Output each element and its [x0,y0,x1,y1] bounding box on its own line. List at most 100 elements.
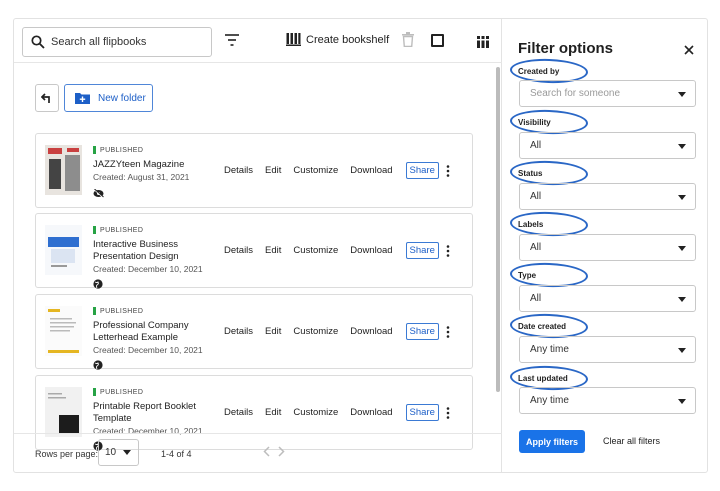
share-button[interactable]: Share [405,162,439,179]
close-icon[interactable] [684,42,694,60]
status-badge: PUBLISHED [93,146,143,154]
details-link[interactable]: Details [224,165,253,176]
details-link[interactable]: Details [224,326,253,337]
rows-per-page-value: 10 [105,447,117,458]
filter-icon[interactable] [224,33,240,52]
rows-per-page-label: Rows per page: [35,449,99,459]
status-badge: PUBLISHED [93,388,143,396]
visibility-value: All [530,140,542,151]
search-icon [31,35,45,49]
more-options-icon[interactable] [446,325,450,343]
apply-filters-button[interactable]: Apply filters [519,430,585,453]
new-folder-button[interactable]: New folder [64,84,153,112]
flipbook-title[interactable]: JAZZYteen Magazine [93,159,213,171]
share-button[interactable]: Share [405,242,439,259]
details-link[interactable]: Details [224,407,253,418]
pagination-bar: Rows per page: 10 1-4 of 4 [14,433,502,472]
rows-per-page-select[interactable]: 10 [98,439,139,466]
back-button[interactable] [35,84,59,112]
flipbook-title[interactable]: Interactive Business Presentation Design [93,239,213,263]
globe-icon [93,357,103,375]
flipbook-title[interactable]: Professional Company Letterhead Example [93,320,213,344]
create-bookshelf-button[interactable]: Create bookshelf [286,33,389,46]
type-label: Type [509,261,589,289]
download-link[interactable]: Download [350,165,392,176]
flipbook-row[interactable]: PUBLISHED Professional Company Letterhea… [35,294,473,370]
scrollbar[interactable] [496,67,500,392]
back-arrow-icon [41,93,50,103]
date-created-select[interactable]: Any time [519,336,696,363]
create-bookshelf-label: Create bookshelf [306,33,390,46]
clear-all-filters-button[interactable]: Clear all filters [603,436,660,446]
chevron-right-icon[interactable] [278,446,285,457]
more-options-icon[interactable] [446,164,450,182]
caret-down-icon [678,246,686,251]
flipbook-list-panel: Search all flipbooks Create bookshelf Ne… [14,19,502,472]
edit-link[interactable]: Edit [265,165,281,176]
labels-value: All [530,242,542,253]
caret-down-icon [678,92,686,97]
filter-panel: Filter options Created by Search for som… [503,19,707,472]
customize-link[interactable]: Customize [293,245,338,256]
more-options-icon[interactable] [446,244,450,262]
edit-link[interactable]: Edit [265,326,281,337]
type-value: All [530,293,542,304]
caret-down-icon [678,348,686,353]
status-select[interactable]: All [519,183,696,210]
flipbook-title[interactable]: Printable Report Booklet Template [93,401,213,425]
row-actions: Details Edit Customize Download Share [224,295,451,368]
status-value: All [530,191,542,202]
caret-down-icon [678,195,686,200]
search-placeholder: Search all flipbooks [51,36,147,48]
new-folder-label: New folder [98,92,146,104]
eye-off-icon [93,185,104,203]
flipbook-thumbnail [45,387,82,437]
status-badge: PUBLISHED [93,226,143,234]
created-by-placeholder: Search for someone [530,88,621,99]
last-updated-value: Any time [530,395,569,406]
more-options-icon[interactable] [446,406,450,424]
download-link[interactable]: Download [350,245,392,256]
search-input[interactable]: Search all flipbooks [22,27,212,57]
labels-select[interactable]: All [519,234,696,261]
edit-link[interactable]: Edit [265,407,281,418]
share-button[interactable]: Share [405,404,439,421]
flipbook-row[interactable]: PUBLISHED JAZZYteen Magazine Created: Au… [35,133,473,208]
flipbook-row[interactable]: PUBLISHED Interactive Business Presentat… [35,213,473,289]
last-updated-label: Last updated [509,364,589,392]
last-updated-select[interactable]: Any time [519,387,696,414]
flipbook-thumbnail [45,225,82,275]
globe-icon [93,276,103,294]
customize-link[interactable]: Customize [293,165,338,176]
caret-down-icon [678,297,686,302]
toolbar: Search all flipbooks Create bookshelf [14,19,502,63]
panel-title: Filter options [518,40,613,57]
status-label: Status [509,159,589,187]
customize-link[interactable]: Customize [293,407,338,418]
details-link[interactable]: Details [224,245,253,256]
grid-view-icon[interactable] [477,35,489,53]
date-created-value: Any time [530,344,569,355]
date-created-label: Date created [509,312,589,340]
type-select[interactable]: All [519,285,696,312]
trash-icon[interactable] [402,32,414,52]
download-link[interactable]: Download [350,326,392,337]
chevron-left-icon[interactable] [263,446,270,457]
created-date: Created: December 10, 2021 [93,345,203,355]
select-all-checkbox[interactable] [431,34,444,47]
created-by-label: Created by [509,57,589,85]
status-badge: PUBLISHED [93,307,143,315]
created-date: Created: August 31, 2021 [93,172,190,182]
flipbook-thumbnail [45,145,82,195]
row-actions: Details Edit Customize Download Share [224,214,451,287]
row-actions: Details Edit Customize Download Share [224,134,451,207]
caret-down-icon [123,450,132,455]
page-range: 1-4 of 4 [161,449,192,459]
share-button[interactable]: Share [405,323,439,340]
created-by-field[interactable]: Search for someone [519,80,696,107]
customize-link[interactable]: Customize [293,326,338,337]
download-link[interactable]: Download [350,407,392,418]
visibility-select[interactable]: All [519,132,696,159]
edit-link[interactable]: Edit [265,245,281,256]
caret-down-icon [678,144,686,149]
